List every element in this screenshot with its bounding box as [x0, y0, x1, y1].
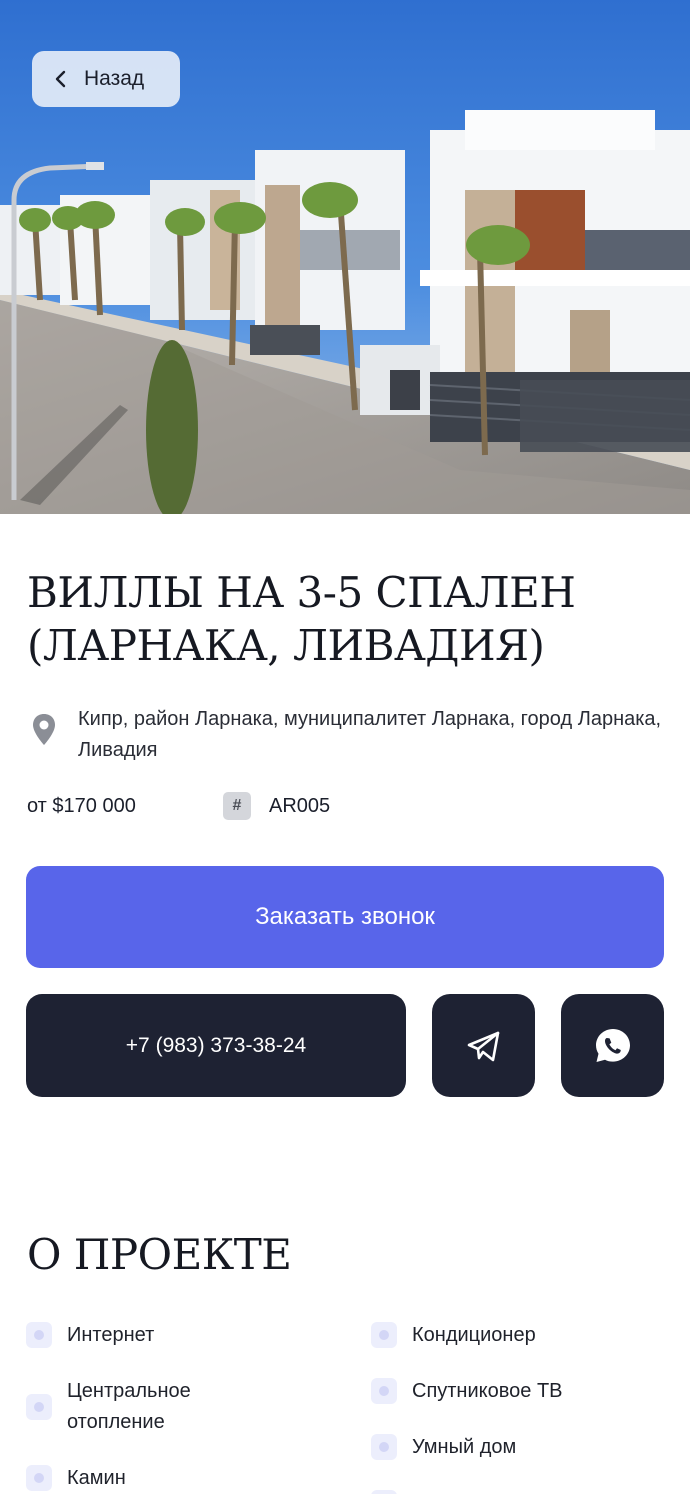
features-left-column: Интернет Центральное отопление Камин	[26, 1320, 346, 1494]
feature-item: Кондиционер	[371, 1320, 690, 1351]
feature-item	[371, 1488, 690, 1494]
telegram-button[interactable]	[432, 994, 535, 1097]
feature-item: Центральное отопление	[26, 1376, 346, 1438]
feature-label: Спутниковое ТВ	[412, 1380, 563, 1402]
property-address: Кипр, район Ларнака, муниципалитет Ларна…	[30, 704, 670, 766]
feature-bullet-icon	[371, 1434, 397, 1460]
feature-label: Интернет	[67, 1324, 155, 1346]
phone-button[interactable]: +7 (983) 373-38-24	[26, 994, 406, 1097]
feature-bullet-icon	[371, 1322, 397, 1348]
feature-item: Умный дом	[371, 1432, 690, 1463]
property-photo: Назад	[0, 0, 690, 514]
about-section-title: О ПРОЕКТЕ	[27, 1230, 292, 1279]
request-call-button[interactable]: Заказать звонок	[26, 866, 664, 968]
back-button[interactable]: Назад	[32, 51, 180, 107]
feature-label: Кондиционер	[412, 1324, 536, 1346]
feature-bullet-icon	[371, 1378, 397, 1404]
map-pin-icon	[33, 714, 55, 745]
feature-item: Спутниковое ТВ	[371, 1376, 690, 1407]
whatsapp-icon	[595, 1028, 630, 1062]
feature-label: Камин	[67, 1467, 126, 1489]
whatsapp-button[interactable]	[561, 994, 664, 1097]
property-title: ВИЛЛЫ НА 3-5 СПАЛЕН (ЛАРНАКА, ЛИВАДИЯ)	[27, 568, 576, 670]
address-text: Кипр, район Ларнака, муниципалитет Ларна…	[78, 708, 662, 761]
features-right-column: Кондиционер Спутниковое ТВ Умный дом	[371, 1320, 690, 1494]
telegram-icon	[467, 1031, 499, 1061]
price-code-row: от $170 000 # AR005	[27, 792, 330, 820]
feature-bullet-icon	[26, 1465, 52, 1491]
hash-icon: #	[223, 792, 251, 820]
feature-label: Умный дом	[412, 1436, 517, 1458]
back-button-label: Назад	[84, 67, 145, 90]
feature-item: Камин	[26, 1463, 346, 1494]
feature-bullet-icon	[26, 1322, 52, 1348]
price: от $170 000	[27, 794, 136, 817]
feature-bullet-icon	[371, 1490, 397, 1494]
property-code: AR005	[269, 794, 331, 817]
property-page: Назад ВИЛЛЫ НА 3-5 СПАЛЕН (ЛАРНАКА, ЛИВА…	[0, 0, 690, 1494]
feature-bullet-icon	[26, 1394, 52, 1420]
feature-item: Интернет	[26, 1320, 346, 1351]
feature-label: Центральное отопление	[67, 1380, 191, 1433]
chevron-left-icon	[55, 70, 66, 88]
